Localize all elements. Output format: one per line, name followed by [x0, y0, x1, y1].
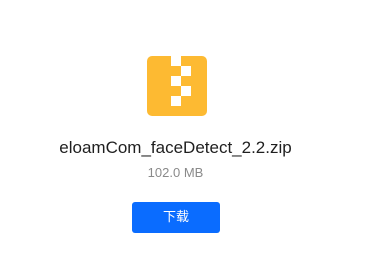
- file-name: eloamCom_faceDetect_2.2.zip: [59, 138, 292, 157]
- download-button[interactable]: 下载: [132, 202, 220, 233]
- file-download-card: eloamCom_faceDetect_2.2.zip 102.0 MB 下载: [0, 0, 372, 274]
- zip-archive-icon: [147, 56, 207, 116]
- file-size: 102.0 MB: [147, 165, 204, 180]
